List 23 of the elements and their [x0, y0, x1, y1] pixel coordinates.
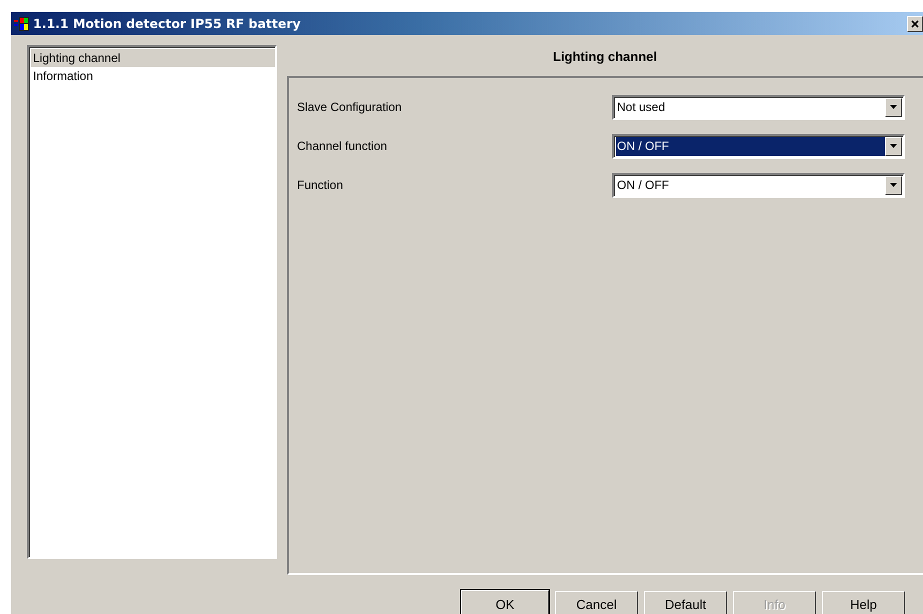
caret-icon	[890, 105, 897, 109]
list-item[interactable]: Lighting channel	[31, 49, 275, 67]
dropdown[interactable]: Not used	[612, 94, 905, 120]
app-icon	[14, 16, 30, 30]
dropdown-arrow-button[interactable]	[885, 176, 902, 194]
field-label: Function	[297, 178, 344, 192]
caret-icon	[890, 183, 897, 187]
caret-icon	[890, 144, 897, 148]
dropdown-value: ON / OFF	[616, 136, 885, 156]
close-button[interactable]	[907, 16, 923, 32]
section-heading: Lighting channel	[553, 48, 657, 64]
window-title: 1.1.1 Motion detector IP55 RF battery	[33, 16, 302, 31]
dialog-button[interactable]: OK	[461, 590, 549, 614]
dialog-button[interactable]: Default	[644, 591, 727, 614]
dropdown-arrow-button[interactable]	[885, 98, 902, 116]
dropdown[interactable]: ON / OFF	[612, 134, 905, 158]
field-label: Slave Configuration	[297, 100, 403, 114]
close-icon	[911, 20, 919, 28]
dialog-button[interactable]: Cancel	[555, 591, 638, 614]
dropdown-arrow-button[interactable]	[885, 136, 902, 156]
field-label: Channel function	[297, 139, 388, 153]
dialog-button[interactable]: Help	[822, 591, 905, 614]
dropdown[interactable]: ON / OFF	[612, 172, 905, 198]
